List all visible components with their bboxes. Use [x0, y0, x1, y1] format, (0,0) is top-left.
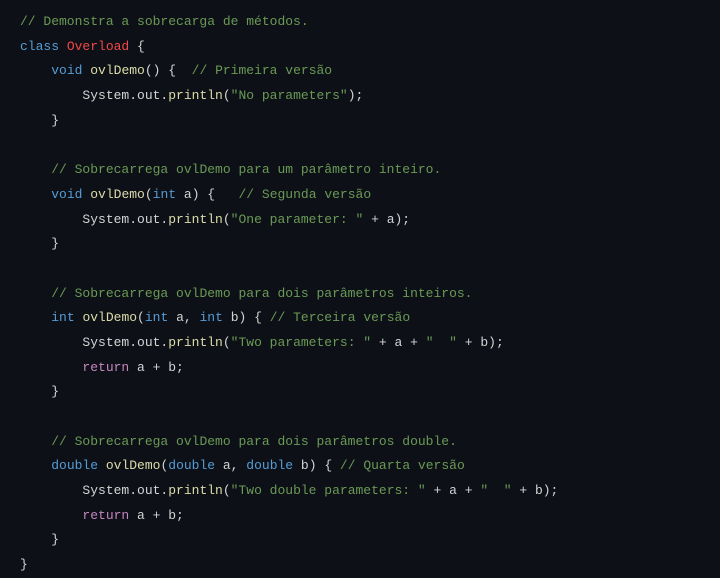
comment: // Primeira versão — [192, 63, 332, 78]
param: a — [176, 187, 192, 202]
paren-open: ( — [223, 483, 231, 498]
code-line: void ovlDemo() { // Primeira versão — [20, 59, 700, 84]
string-literal: "Two parameters: " — [231, 335, 371, 350]
paren-open: ( — [145, 187, 153, 202]
comment: // Sobrecarrega ovlDemo para dois parâme… — [51, 434, 457, 449]
code-line: } — [20, 553, 700, 578]
class-name: Overload — [67, 39, 129, 54]
code-line: void ovlDemo(int a) { // Segunda versão — [20, 183, 700, 208]
string-literal: "Two double parameters: " — [231, 483, 426, 498]
brace-close: } — [51, 236, 59, 251]
code-line: System.out.println("Two parameters: " + … — [20, 331, 700, 356]
method-call: println — [168, 212, 223, 227]
expr: + a + — [371, 335, 426, 350]
blank-line — [20, 257, 700, 282]
comment: // Quarta versão — [340, 458, 465, 473]
comment: // Segunda versão — [239, 187, 372, 202]
keyword-return: return — [82, 508, 129, 523]
paren-open: ( — [223, 212, 231, 227]
method-call: println — [168, 88, 223, 103]
code-line: } — [20, 232, 700, 257]
expr: + a); — [363, 212, 410, 227]
comment: // Demonstra a sobrecarga de métodos. — [20, 14, 309, 29]
method-name: ovlDemo — [82, 310, 137, 325]
expr: a + b; — [129, 508, 184, 523]
expr: + b); — [457, 335, 504, 350]
string-literal: "No parameters" — [231, 88, 348, 103]
brace: { — [129, 39, 145, 54]
code-line: // Demonstra a sobrecarga de métodos. — [20, 10, 700, 35]
string-literal: " " — [480, 483, 511, 498]
comment: // Terceira versão — [270, 310, 410, 325]
object-ref: System.out. — [82, 212, 168, 227]
code-line: class Overload { — [20, 35, 700, 60]
paren-close: ) { — [192, 187, 239, 202]
object-ref: System.out. — [82, 88, 168, 103]
method-name: ovlDemo — [90, 187, 145, 202]
comment: // Sobrecarrega ovlDemo para dois parâme… — [51, 286, 472, 301]
type-int: int — [199, 310, 222, 325]
code-line: return a + b; — [20, 504, 700, 529]
brace-close: } — [20, 557, 28, 572]
keyword-return: return — [82, 360, 129, 375]
blank-line — [20, 133, 700, 158]
type-void: void — [51, 187, 82, 202]
code-line: } — [20, 528, 700, 553]
type-int: int — [153, 187, 176, 202]
method-call: println — [168, 483, 223, 498]
code-line: } — [20, 109, 700, 134]
method-name: ovlDemo — [90, 63, 145, 78]
method-name: ovlDemo — [106, 458, 161, 473]
expr: a + b; — [129, 360, 184, 375]
expr: + a + — [426, 483, 481, 498]
keyword-class: class — [20, 39, 59, 54]
param: a, — [215, 458, 246, 473]
type-void: void — [51, 63, 82, 78]
brace-close: } — [51, 532, 59, 547]
brace-close: } — [51, 113, 59, 128]
param: a, — [168, 310, 199, 325]
param: b) { — [293, 458, 340, 473]
object-ref: System.out. — [82, 483, 168, 498]
code-line: } — [20, 380, 700, 405]
string-literal: " " — [426, 335, 457, 350]
code-line: System.out.println("Two double parameter… — [20, 479, 700, 504]
method-call: println — [168, 335, 223, 350]
paren-open: ( — [137, 310, 145, 325]
brace-close: } — [51, 384, 59, 399]
type-int: int — [145, 310, 168, 325]
type-double: double — [246, 458, 293, 473]
type-int: int — [51, 310, 74, 325]
paren-open: ( — [223, 88, 231, 103]
paren-open: ( — [223, 335, 231, 350]
param: b) { — [223, 310, 270, 325]
blank-line — [20, 405, 700, 430]
type-double: double — [168, 458, 215, 473]
paren-close: ); — [348, 88, 364, 103]
parens: () { — [145, 63, 192, 78]
code-line: System.out.println("One parameter: " + a… — [20, 208, 700, 233]
code-line: System.out.println("No parameters"); — [20, 84, 700, 109]
code-line: // Sobrecarrega ovlDemo para dois parâme… — [20, 430, 700, 455]
code-editor: // Demonstra a sobrecarga de métodos. cl… — [20, 10, 700, 578]
string-literal: "One parameter: " — [231, 212, 364, 227]
comment: // Sobrecarrega ovlDemo para um parâmetr… — [51, 162, 441, 177]
object-ref: System.out. — [82, 335, 168, 350]
code-line: int ovlDemo(int a, int b) { // Terceira … — [20, 306, 700, 331]
expr: + b); — [512, 483, 559, 498]
code-line: // Sobrecarrega ovlDemo para dois parâme… — [20, 282, 700, 307]
code-line: return a + b; — [20, 356, 700, 381]
type-double: double — [51, 458, 98, 473]
code-line: // Sobrecarrega ovlDemo para um parâmetr… — [20, 158, 700, 183]
code-line: double ovlDemo(double a, double b) { // … — [20, 454, 700, 479]
